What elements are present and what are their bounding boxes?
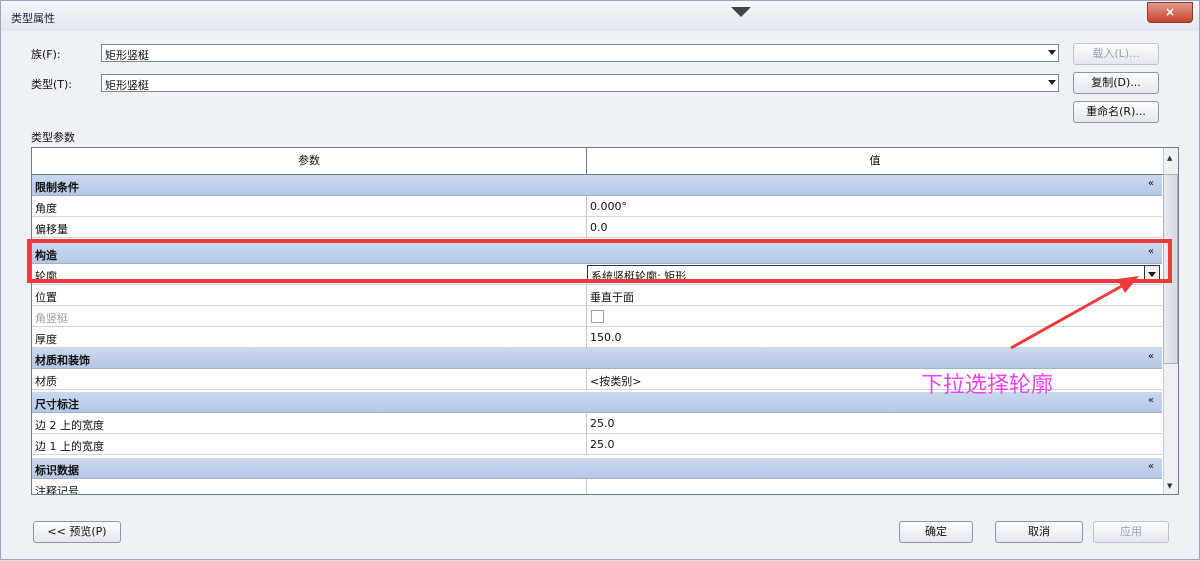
apply-button[interactable]: 应用 [1093,521,1169,543]
annotation-text: 下拉选择轮廓 [921,373,1054,398]
cancel-button[interactable]: 取消 [995,521,1083,543]
annotation-arrow [1010,276,1139,350]
ok-button[interactable]: 确定 [899,521,973,543]
preview-button[interactable]: << 预览(P) [33,521,121,543]
type-properties-dialog: 类型属性 × 族(F): 矩形竖梃 载入(L)... 类型(T): 矩形竖梃 复… [0,0,1200,560]
